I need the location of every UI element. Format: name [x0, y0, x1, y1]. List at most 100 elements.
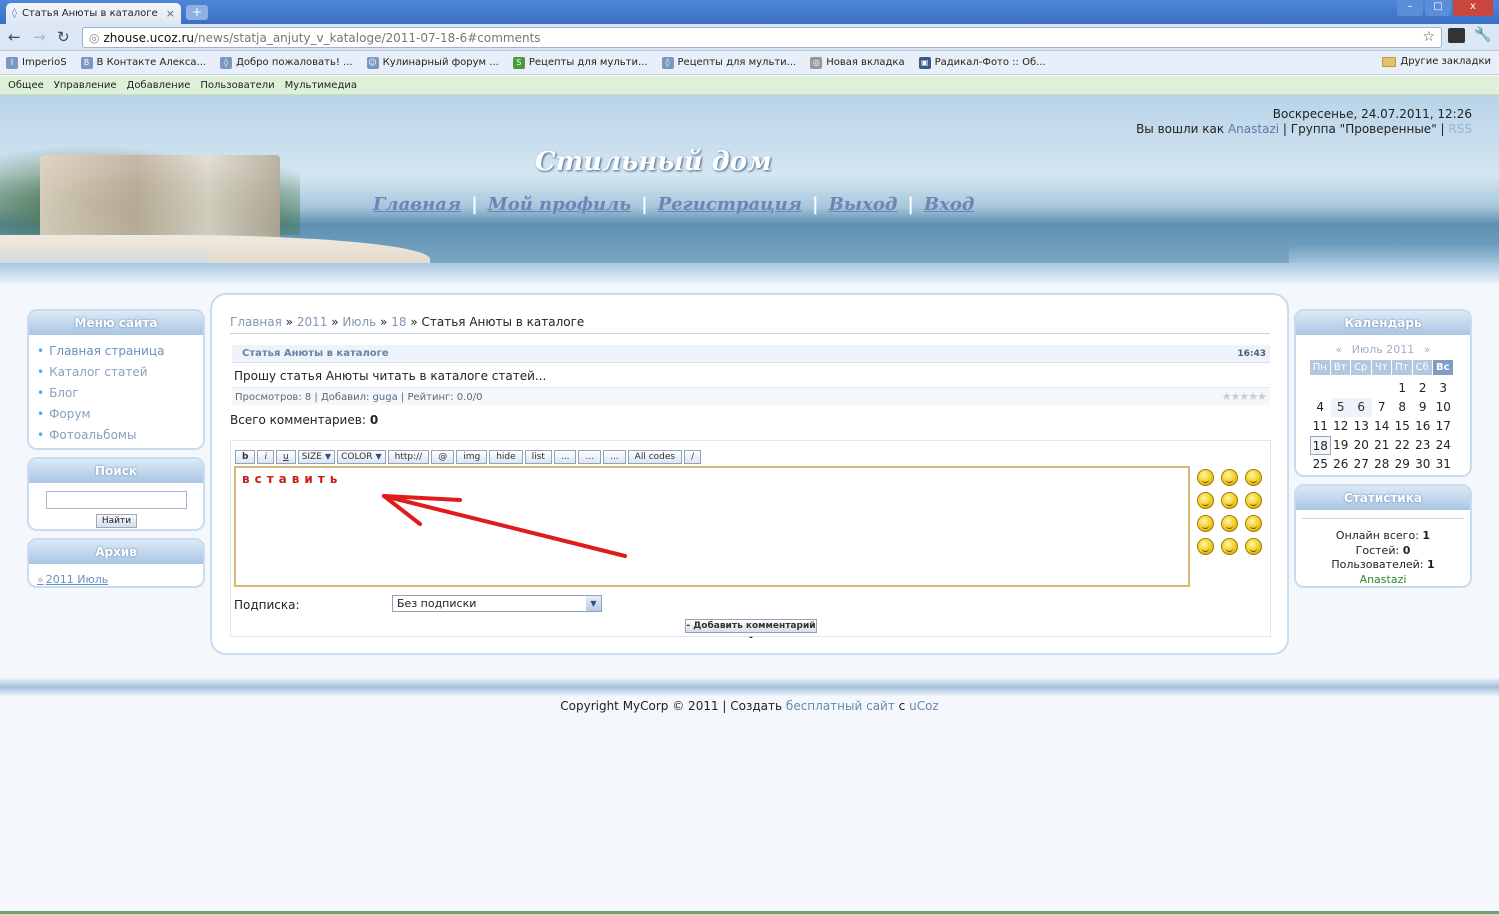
- weekday-header: Пт: [1392, 360, 1412, 375]
- smiley-icon[interactable]: [1221, 538, 1238, 555]
- admin-menu-users[interactable]: Пользователи: [200, 80, 274, 91]
- calendar-next-link[interactable]: »: [1424, 343, 1431, 356]
- bookmark-item[interactable]: ВВ Контакте Алекса...: [80, 56, 206, 69]
- browser-tab[interactable]: ◊ Статья Анюты в каталоге - ×: [6, 3, 181, 24]
- breadcrumb-home[interactable]: Главная: [230, 315, 282, 329]
- smiley-icon[interactable]: [1221, 515, 1238, 532]
- author-link[interactable]: guga: [373, 392, 398, 403]
- menu-item-catalog[interactable]: Каталог статей: [37, 362, 195, 383]
- bookmark-label: Добро пожаловать! ...: [236, 57, 353, 68]
- menu-item-blog[interactable]: Блог: [37, 383, 195, 404]
- smiley-icon[interactable]: [1197, 492, 1214, 509]
- browser-titlebar: ◊ Статья Анюты в каталоге - × + – □ x: [0, 0, 1499, 24]
- calendar-month: Июль 2011: [1351, 343, 1415, 356]
- bookmark-item[interactable]: ◊ Рецепты для мульти...: [661, 56, 796, 69]
- comments-value: 0: [369, 413, 379, 427]
- menu-item-photos[interactable]: Фотоальбомы: [37, 425, 195, 446]
- bbcode-close-tags-button[interactable]: /: [684, 450, 702, 464]
- maximize-button[interactable]: □: [1425, 0, 1451, 16]
- smiley-icon[interactable]: [1197, 538, 1214, 555]
- bookmark-item[interactable]: ☺ Кулинарный форум ...: [366, 56, 499, 69]
- smiley-icon[interactable]: [1197, 469, 1214, 486]
- search-input[interactable]: [46, 491, 187, 509]
- bbcode-italic-button[interactable]: i: [257, 450, 274, 464]
- bbcode-hide-button[interactable]: hide: [489, 450, 523, 464]
- nav-login-link[interactable]: Вход: [924, 194, 974, 215]
- smiley-icon[interactable]: [1245, 538, 1262, 555]
- menu-item-forum[interactable]: Форум: [37, 404, 195, 425]
- window-controls: – □ x: [1397, 0, 1493, 16]
- subscribe-select[interactable]: Без подписки ▼: [392, 595, 602, 612]
- nav-profile-link[interactable]: Мой профиль: [488, 194, 631, 215]
- breadcrumb-year[interactable]: 2011: [297, 315, 328, 329]
- search-button[interactable]: Найти: [96, 514, 137, 528]
- reload-icon[interactable]: ↻: [57, 28, 70, 46]
- bbcode-email-button[interactable]: @: [431, 450, 455, 464]
- breadcrumb-day[interactable]: 18: [391, 315, 406, 329]
- calendar-day-link[interactable]: 6: [1351, 398, 1372, 417]
- calendar-day: 8: [1398, 400, 1407, 414]
- bbcode-list-button[interactable]: list: [524, 450, 552, 464]
- bookmark-item[interactable]: ◊ Добро пожаловать! ...: [220, 56, 353, 69]
- smiley-icon[interactable]: [1221, 469, 1238, 486]
- breadcrumb-sep: »: [331, 315, 339, 329]
- favicon-icon: ◊: [12, 8, 17, 19]
- forward-icon[interactable]: →: [33, 28, 46, 46]
- minimize-button[interactable]: –: [1397, 0, 1423, 16]
- bbcode-size-select[interactable]: SIZE ▼: [297, 450, 336, 464]
- other-bookmarks[interactable]: Другие закладки: [1382, 56, 1491, 67]
- bbcode-more-button[interactable]: ...: [578, 450, 602, 464]
- calendar-day-today[interactable]: 18: [1310, 436, 1331, 455]
- nav-register-link[interactable]: Регистрация: [658, 194, 802, 215]
- bbcode-color-select[interactable]: COLOR ▼: [337, 450, 386, 464]
- smiley-icon[interactable]: [1245, 469, 1262, 486]
- group-link[interactable]: Проверенные: [1345, 122, 1431, 136]
- smiley-icon[interactable]: [1221, 492, 1238, 509]
- nav-home-link[interactable]: Главная: [373, 194, 461, 215]
- archive-link[interactable]: 2011 Июль: [37, 573, 109, 586]
- bbcode-all-codes-button[interactable]: All codes: [627, 450, 683, 464]
- bbcode-more-button[interactable]: ...: [603, 450, 626, 464]
- calendar-day: 11: [1312, 419, 1328, 433]
- bbcode-url-button[interactable]: http://: [387, 450, 430, 464]
- bookmark-star-icon[interactable]: ☆: [1422, 29, 1435, 45]
- admin-menu-add[interactable]: Добавление: [127, 80, 191, 91]
- bbcode-more-button[interactable]: ...: [553, 450, 577, 464]
- calendar-day-link[interactable]: 5: [1330, 398, 1351, 417]
- smiley-icon[interactable]: [1197, 515, 1214, 532]
- bbcode-img-button[interactable]: img: [456, 450, 488, 464]
- add-comment-button[interactable]: - Добавить комментарий -: [685, 619, 817, 643]
- close-tab-icon[interactable]: ×: [166, 7, 175, 20]
- nav-logout-link[interactable]: Выход: [829, 194, 898, 215]
- globe-icon: ◎: [89, 30, 100, 45]
- address-bar[interactable]: ◎ zhouse.ucoz.ru/news/statja_anjuty_v_ka…: [82, 27, 1442, 48]
- rss-link[interactable]: RSS: [1448, 122, 1472, 136]
- users-label: Пользователей:: [1331, 558, 1424, 571]
- smiley-icon[interactable]: [1245, 515, 1262, 532]
- breadcrumb-month[interactable]: Июль: [342, 315, 376, 329]
- bookmark-item[interactable]: I ImperioS: [6, 56, 67, 69]
- online-user-link[interactable]: Anastazi: [1360, 573, 1407, 586]
- header-wave-divider: [0, 263, 1499, 283]
- admin-menu-general[interactable]: Общее: [8, 80, 44, 91]
- rating-stars-icon[interactable]: ★★★★★: [1222, 390, 1267, 403]
- back-icon[interactable]: ←: [8, 28, 21, 46]
- admin-menu-media[interactable]: Мультимедиа: [285, 80, 357, 91]
- new-tab-button[interactable]: +: [186, 5, 208, 20]
- bbcode-underline-button[interactable]: u: [275, 450, 296, 464]
- bookmark-item[interactable]: ▣ Радикал-Фото :: Об...: [918, 56, 1046, 69]
- calendar-day: 7: [1377, 400, 1386, 414]
- bookmark-item[interactable]: ◎ Новая вкладка: [810, 56, 905, 69]
- wrench-icon[interactable]: 🔧: [1474, 27, 1491, 43]
- bbcode-bold-button[interactable]: b: [235, 450, 256, 464]
- admin-menu-manage[interactable]: Управление: [54, 80, 117, 91]
- free-site-link[interactable]: бесплатный сайт: [786, 699, 895, 713]
- extension-icon[interactable]: [1448, 28, 1465, 43]
- user-link[interactable]: Anastazi: [1228, 122, 1279, 136]
- calendar-prev-link[interactable]: «: [1336, 343, 1343, 356]
- menu-item-home[interactable]: Главная страница: [37, 341, 195, 362]
- smiley-icon[interactable]: [1245, 492, 1262, 509]
- ucoz-link[interactable]: uCoz: [909, 699, 939, 713]
- bookmark-item[interactable]: S Рецепты для мульти...: [512, 56, 648, 69]
- close-window-button[interactable]: x: [1453, 0, 1493, 16]
